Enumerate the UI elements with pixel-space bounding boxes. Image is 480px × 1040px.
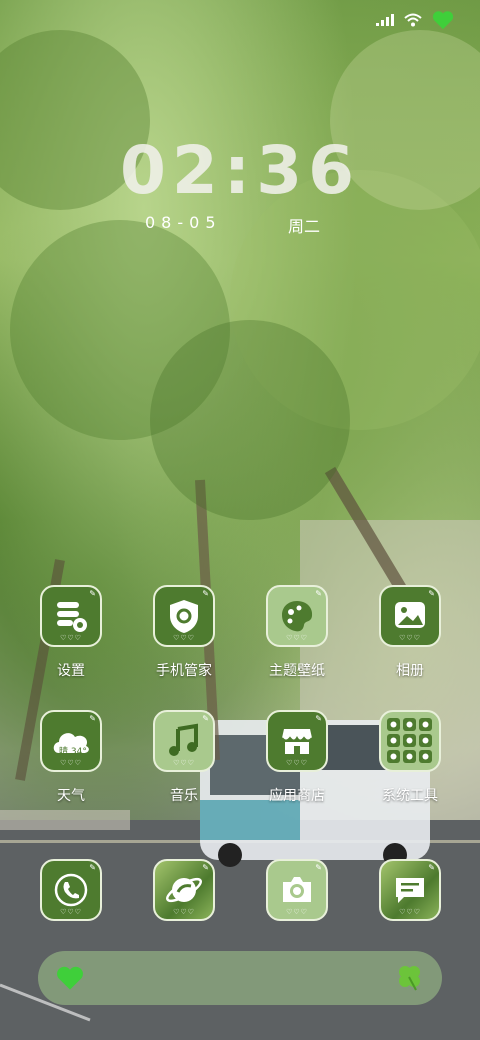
hearts-decoration: ♡♡♡ <box>173 634 195 642</box>
wifi-icon <box>404 13 422 27</box>
messages-icon <box>396 878 424 903</box>
hearts-decoration: ♡♡♡ <box>399 634 421 642</box>
app-label-gallery: 相册 <box>396 663 424 679</box>
clock-date: 08-05 <box>145 213 222 232</box>
browser-icon <box>166 877 202 903</box>
ribbon-decoration: ✎ <box>202 714 209 723</box>
weather-app-icon[interactable]: 晴 34° ♡♡♡ ✎ <box>40 710 102 772</box>
hearts-decoration: ♡♡♡ <box>60 634 82 642</box>
phone-icon <box>54 873 88 907</box>
hearts-decoration: ♡♡♡ <box>60 759 82 767</box>
phone-app-icon[interactable]: ♡♡♡ ✎ <box>40 859 102 921</box>
music-app-icon[interactable]: ♡♡♡ ✎ <box>153 710 215 772</box>
system-tools-folder[interactable] <box>379 710 441 772</box>
settings-app-icon[interactable]: ♡♡♡ ✎ <box>40 585 102 647</box>
theme-icon <box>282 601 313 632</box>
hearts-decoration: ♡♡♡ <box>286 908 308 916</box>
hearts-decoration: ♡♡♡ <box>60 908 82 916</box>
heart-icon[interactable] <box>56 965 84 991</box>
camera-app-icon[interactable]: ♡♡♡ ✎ <box>266 859 328 921</box>
shield-icon <box>170 600 198 633</box>
ribbon-decoration: ✎ <box>202 589 209 598</box>
ribbon-decoration: ✎ <box>315 589 322 598</box>
gallery-app-icon[interactable]: ♡♡♡ ✎ <box>379 585 441 647</box>
ribbon-decoration: ✎ <box>315 714 322 723</box>
heart-battery-icon <box>432 11 454 30</box>
ribbon-decoration: ✎ <box>89 714 96 723</box>
ribbon-decoration: ✎ <box>89 863 96 872</box>
hearts-decoration: ♡♡♡ <box>173 759 195 767</box>
app-label-system-tools: 系统工具 <box>382 788 438 804</box>
app-label-music: 音乐 <box>170 788 198 804</box>
app-label-app-store: 应用商店 <box>269 788 325 804</box>
ribbon-decoration: ✎ <box>315 863 322 872</box>
messages-app-icon[interactable]: ♡♡♡ ✎ <box>379 859 441 921</box>
settings-icon <box>57 602 87 632</box>
music-icon <box>169 723 198 756</box>
app-label-weather: 天气 <box>57 788 85 804</box>
clover-icon[interactable] <box>394 962 424 992</box>
ribbon-decoration: ✎ <box>89 589 96 598</box>
dock <box>38 951 442 1005</box>
clock-weekday: 周二 <box>288 217 321 236</box>
app-label-theme: 主题壁纸 <box>269 663 325 679</box>
ribbon-decoration: ✎ <box>428 863 435 872</box>
weather-text: 晴 34° <box>59 747 87 757</box>
folder-icon <box>387 718 432 763</box>
hearts-decoration: ♡♡♡ <box>286 759 308 767</box>
camera-icon <box>283 877 311 902</box>
hearts-decoration: ♡♡♡ <box>286 634 308 642</box>
theme-app-icon[interactable]: ♡♡♡ ✎ <box>266 585 328 647</box>
ribbon-decoration: ✎ <box>428 589 435 598</box>
signal-icon <box>376 14 394 26</box>
clock-time: 02:36 <box>119 132 361 209</box>
browser-app-icon[interactable]: ♡♡♡ ✎ <box>153 859 215 921</box>
app-label-phone-manager: 手机管家 <box>156 663 212 679</box>
phone-manager-app-icon[interactable]: ♡♡♡ ✎ <box>153 585 215 647</box>
gallery-icon <box>395 602 425 628</box>
hearts-decoration: ♡♡♡ <box>399 908 421 916</box>
hearts-decoration: ♡♡♡ <box>173 908 195 916</box>
app-store-app-icon[interactable]: ♡♡♡ ✎ <box>266 710 328 772</box>
status-bar <box>376 10 454 30</box>
ribbon-decoration: ✎ <box>202 863 209 872</box>
app-label-settings: 设置 <box>57 663 85 679</box>
store-icon <box>281 729 313 754</box>
